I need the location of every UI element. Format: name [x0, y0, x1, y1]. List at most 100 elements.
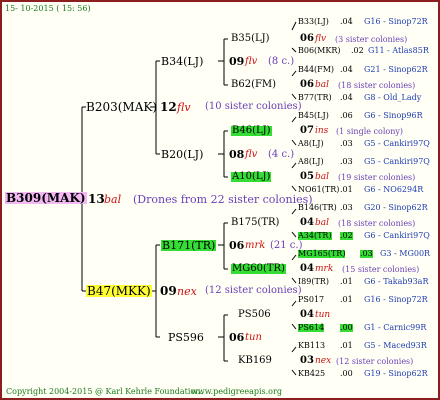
gen1-top-num: 12: [160, 100, 177, 114]
gen1-bottom-type: nex: [177, 285, 197, 298]
gen4-code[interactable]: G5 - Maced93R: [364, 342, 427, 350]
gen3-g-id[interactable]: PS506: [238, 310, 271, 320]
gen4-val: .02: [351, 46, 364, 55]
header-date: 15- 10-2015 ( 15: 56): [5, 4, 91, 13]
root-type: bal: [104, 193, 122, 206]
gen3-b-type: bal: [315, 80, 330, 90]
gen4-val: .04: [340, 17, 353, 26]
gen2-a-note: (8 c.): [268, 56, 295, 67]
gen4-id[interactable]: PS017: [298, 296, 324, 304]
gen4-code[interactable]: G11 - Atlas85R: [368, 47, 429, 55]
gen3-c-note: (1 single colony): [336, 127, 403, 136]
gen3-d-id[interactable]: A10(LJ): [231, 172, 272, 182]
gen3-e-num: 04: [300, 217, 314, 228]
gen2-b-num: 08: [229, 148, 245, 161]
gen2-a-type: flv: [245, 56, 258, 67]
gen4-val: .03: [340, 157, 353, 166]
gen4-code[interactable]: G5 - Cankiri97Q: [364, 140, 430, 148]
gen4-code[interactable]: G3 - MG00R: [380, 250, 430, 258]
gen4-id[interactable]: A8(LJ): [298, 158, 324, 166]
gen4-code[interactable]: G20 - Sinop62R: [364, 204, 428, 212]
gen4-code[interactable]: G6 - Sinop96R: [364, 112, 423, 120]
gen3-h-type: nex: [315, 356, 332, 366]
gen2-c-type: mrk: [245, 240, 266, 251]
gen4-id[interactable]: B33(LJ): [298, 18, 329, 26]
gen2-d-id[interactable]: PS596: [168, 332, 204, 343]
gen4-code[interactable]: G5 - Cankiri97Q: [364, 158, 430, 166]
gen3-e-id[interactable]: B175(TR): [231, 218, 279, 228]
gen3-b-id[interactable]: B62(FM): [231, 80, 276, 90]
gen3-d-note: (19 sister colonies): [338, 173, 416, 182]
gen4-code[interactable]: G19 - Sinop62R: [364, 370, 428, 378]
gen3-h-num: 03: [300, 355, 314, 366]
gen4-id[interactable]: MG165(TR): [298, 250, 346, 258]
gen4-id[interactable]: B44(FM): [298, 66, 334, 74]
gen4-code[interactable]: G1 - Carnic99R: [364, 324, 426, 332]
gen4-val: .03: [340, 203, 353, 212]
gen4-code[interactable]: G8 - Old_Lady: [364, 94, 421, 102]
gen4-id[interactable]: PS614: [298, 324, 325, 332]
gen4-id[interactable]: B77(TR): [298, 94, 332, 102]
gen3-a-type: flv: [315, 34, 327, 44]
gen3-g-num: 04: [300, 309, 314, 320]
gen3-a-id[interactable]: B35(LJ): [231, 34, 270, 44]
gen4-val: .01: [340, 295, 353, 304]
gen4-code[interactable]: G6 - NO6294R: [364, 186, 423, 194]
gen2-c-id[interactable]: B171(TR): [161, 240, 217, 251]
gen4-id[interactable]: NO61(TR): [298, 186, 339, 194]
gen1-bottom-id[interactable]: B47(MKK): [86, 285, 152, 297]
gen4-code[interactable]: G16 - Sinop72R: [364, 296, 428, 304]
root-num: 13: [88, 192, 105, 206]
gen2-a-id[interactable]: B34(LJ): [161, 56, 203, 67]
gen4-id[interactable]: KB113: [298, 342, 325, 350]
gen4-val: .03: [340, 139, 353, 148]
gen3-c-type: ins: [315, 126, 329, 136]
gen4-val: .01: [340, 341, 353, 350]
gen4-val: .01: [340, 185, 353, 194]
gen3-f-id[interactable]: MG60(TR): [231, 264, 286, 274]
gen3-h-note: (12 sister colonies): [336, 357, 414, 366]
root-note: (Drones from 22 sister colonies): [133, 193, 313, 206]
gen1-top-note: (10 sister colonies): [205, 101, 302, 112]
gen4-val: .01: [340, 277, 353, 286]
gen4-id[interactable]: B146(TR): [298, 204, 337, 212]
gen4-code[interactable]: G6 - Cankiri97Q: [364, 232, 430, 240]
gen3-a-note: (3 sister colonies): [335, 35, 408, 44]
gen2-d-type: tun: [245, 332, 262, 343]
gen4-val: .04: [340, 93, 353, 102]
gen3-g-type: tun: [315, 310, 331, 320]
gen4-id[interactable]: B45(LJ): [298, 112, 329, 120]
gen3-b-note: (18 sister colonies): [338, 81, 416, 90]
gen2-c-num: 06: [229, 239, 245, 252]
gen2-b-note: (4 c.): [268, 149, 295, 160]
gen3-a-num: 06: [300, 33, 314, 44]
footer-copyright: Copyright 2004-2015 @ Karl Kehrle Founda…: [6, 387, 203, 396]
gen4-val: .00: [340, 369, 353, 378]
gen2-b-type: flv: [245, 149, 258, 160]
gen4-code[interactable]: G16 - Sinop72R: [364, 18, 428, 26]
gen3-c-id[interactable]: B46(LJ): [231, 126, 272, 136]
gen4-id[interactable]: A34(TR): [298, 232, 332, 240]
gen2-b-id[interactable]: B20(LJ): [161, 149, 203, 160]
root-id[interactable]: B309(MAK): [5, 192, 87, 204]
gen3-d-num: 05: [300, 171, 314, 182]
gen1-top-id[interactable]: B203(MAK): [86, 101, 157, 113]
gen3-f-note: (15 sister colonies): [342, 265, 420, 274]
gen4-val: .02: [340, 231, 353, 240]
gen4-code[interactable]: G21 - Sinop62R: [364, 66, 428, 74]
gen4-id[interactable]: A8(LJ): [298, 140, 324, 148]
gen2-a-num: 09: [229, 55, 245, 68]
gen3-b-num: 06: [300, 79, 314, 90]
gen3-f-type: mrk: [315, 264, 334, 274]
gen3-e-note: (18 sister colonies): [338, 219, 416, 228]
gen4-code[interactable]: G6 - Takab93aR: [364, 278, 428, 286]
gen4-id[interactable]: B06(MKR): [298, 47, 341, 55]
gen3-d-type: bal: [315, 172, 330, 182]
gen1-top-type: flv: [177, 101, 191, 114]
gen4-id[interactable]: KB425: [298, 370, 325, 378]
gen2-d-num: 06: [229, 331, 245, 344]
gen3-c-num: 07: [300, 125, 314, 136]
gen4-id[interactable]: I89(TR): [298, 278, 329, 286]
footer-site[interactable]: www.pedigreeapis.org: [191, 388, 282, 396]
gen3-h-id[interactable]: KB169: [238, 356, 272, 366]
